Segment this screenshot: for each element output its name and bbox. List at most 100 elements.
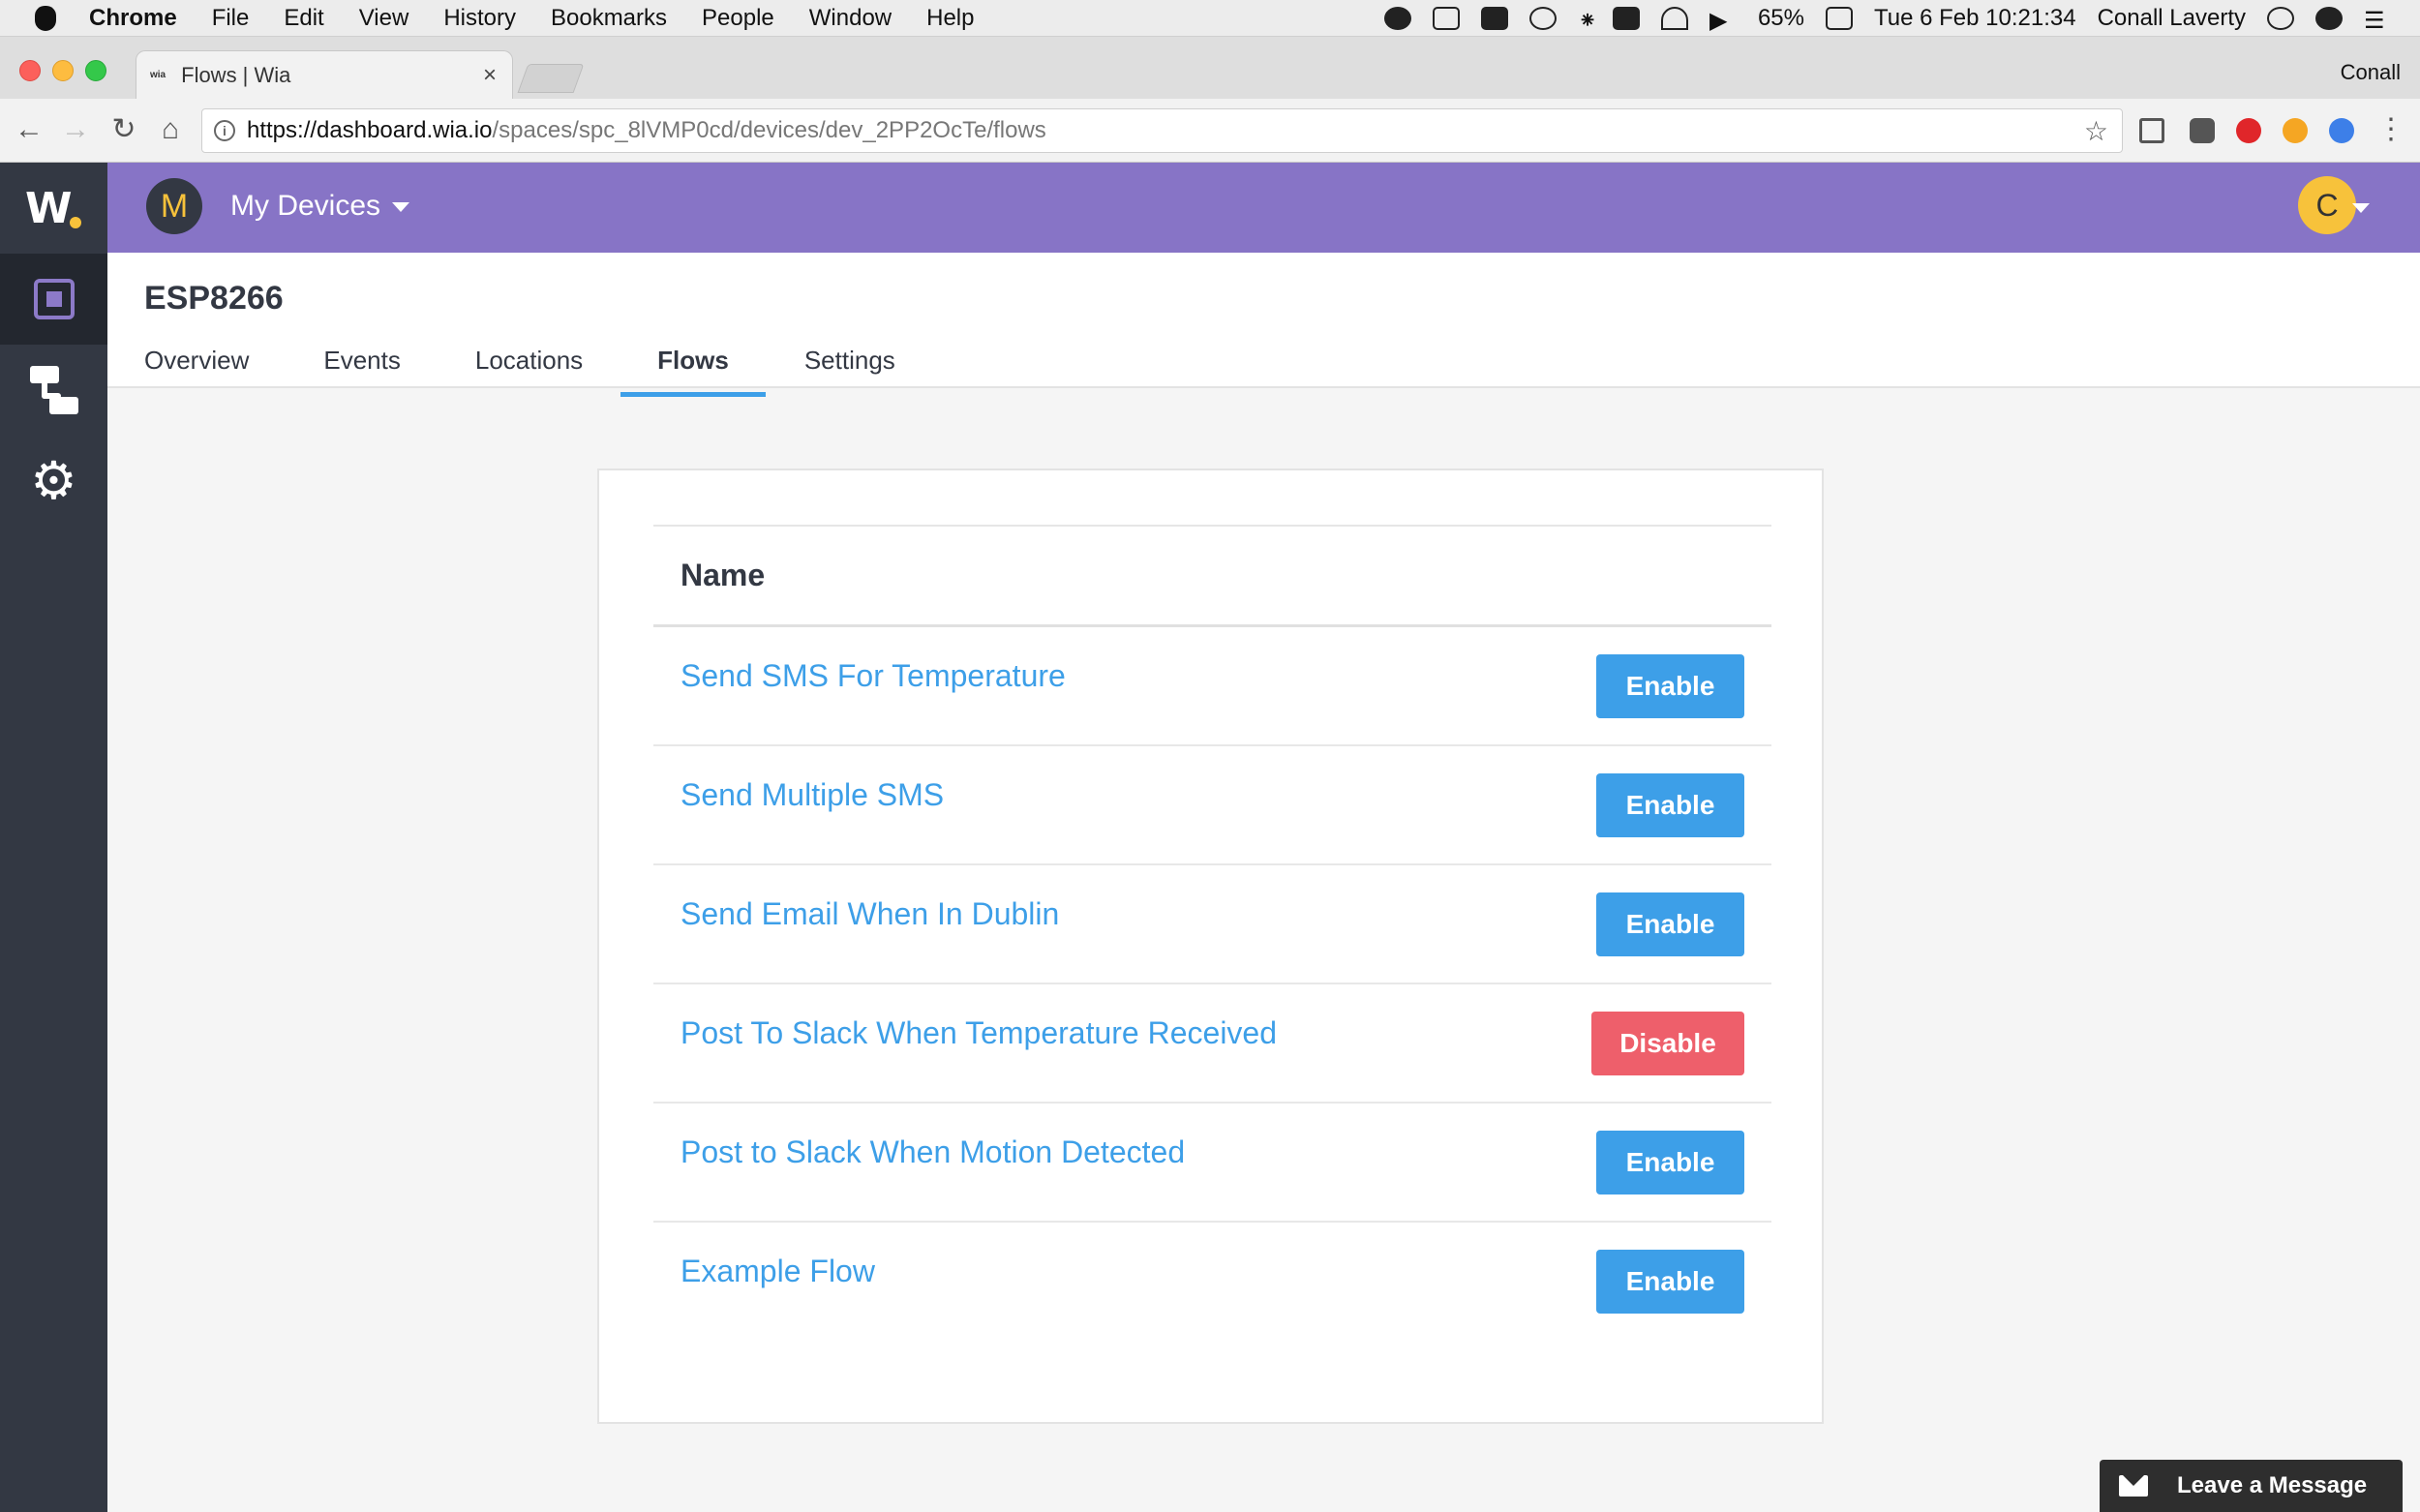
new-tab-button[interactable]: [517, 64, 585, 93]
zoom-window-icon[interactable]: [85, 60, 106, 81]
keyboard-icon[interactable]: [1612, 6, 1640, 30]
menu-view[interactable]: View: [359, 5, 409, 32]
infinity-icon[interactable]: [1383, 6, 1411, 30]
browser-tab-active[interactable]: wia Flows | Wia ×: [136, 50, 513, 99]
device-tabs: Overview Events Locations Flows Settings: [144, 334, 895, 397]
chrome-toolbar: ← → ↻ ⌂ i https://dashboard.wia.io/space…: [0, 99, 2420, 163]
table-row: Send Email When In Dublin Enable: [653, 865, 1771, 984]
user-menu-chevron-down-icon[interactable]: [2352, 203, 2370, 213]
wia-logo-dot: [70, 217, 81, 228]
chevron-down-icon: [392, 202, 410, 213]
flow-link[interactable]: Example Flow: [681, 1254, 875, 1289]
spotlight-icon[interactable]: [2267, 6, 2294, 30]
minimize-window-icon[interactable]: [52, 60, 74, 81]
space-switcher[interactable]: My Devices: [230, 190, 410, 223]
enable-button[interactable]: Enable: [1596, 1250, 1744, 1314]
tab-overview[interactable]: Overview: [144, 334, 249, 391]
space-avatar[interactable]: M: [146, 178, 202, 234]
user-avatar[interactable]: C: [2298, 176, 2356, 234]
table-row: Send Multiple SMS Enable: [653, 746, 1771, 865]
flows-table: Name Send SMS For Temperature Enable Sen…: [653, 525, 1771, 1342]
notification-center-icon[interactable]: ☰: [2364, 7, 2391, 34]
url-host: https://dashboard.wia.io: [247, 117, 493, 143]
menu-file[interactable]: File: [212, 5, 250, 32]
close-window-icon[interactable]: [19, 60, 41, 81]
tab-settings[interactable]: Settings: [804, 334, 895, 391]
sidebar-item-devices[interactable]: [0, 254, 107, 345]
battery-percent: 65%: [1757, 4, 1804, 31]
url-scheme: https://dashboard.wia.io/spaces/spc_8lVM…: [247, 117, 1046, 144]
tab-close-icon[interactable]: ×: [483, 62, 497, 89]
chrome-profile-button[interactable]: Conall: [2341, 60, 2401, 85]
app-header: M My Devices C: [107, 163, 2420, 253]
tab-title: Flows | Wia: [181, 62, 291, 87]
flow-link[interactable]: Post to Slack When Motion Detected: [681, 1134, 1185, 1170]
opera-vpn-icon[interactable]: [2236, 118, 2261, 143]
volume-icon[interactable]: ▶: [1709, 7, 1737, 34]
flow-link[interactable]: Post To Slack When Temperature Received: [681, 1015, 1277, 1051]
docker-icon[interactable]: [1432, 6, 1460, 30]
wia-logo[interactable]: W: [25, 184, 73, 233]
menu-edit[interactable]: Edit: [284, 5, 323, 32]
time-machine-icon[interactable]: [1528, 6, 1557, 30]
menu-window[interactable]: Window: [809, 5, 892, 32]
menubar-user[interactable]: Conall Laverty: [2098, 5, 2246, 32]
enable-button[interactable]: Enable: [1596, 654, 1744, 718]
disable-button[interactable]: Disable: [1591, 1012, 1744, 1075]
tab-flows[interactable]: Flows: [620, 334, 766, 397]
device-chip-icon: [33, 279, 75, 319]
reload-icon[interactable]: ↻: [106, 112, 141, 147]
wifi-icon[interactable]: [1660, 6, 1688, 30]
table-row: Example Flow Enable: [653, 1223, 1771, 1342]
forward-arrow-icon[interactable]: →: [58, 112, 93, 147]
leave-message-widget[interactable]: Leave a Message: [2100, 1460, 2403, 1512]
flow-link[interactable]: Send Email When In Dublin: [681, 896, 1059, 932]
flow-link[interactable]: Send SMS For Temperature: [681, 658, 1066, 694]
enable-button[interactable]: Enable: [1596, 892, 1744, 956]
sidebar-item-flows[interactable]: [0, 345, 107, 436]
macos-menubar: Chrome File Edit View History Bookmarks …: [0, 0, 2420, 37]
enable-button[interactable]: Enable: [1596, 773, 1744, 837]
tab-locations[interactable]: Locations: [475, 334, 583, 391]
site-info-icon[interactable]: i: [214, 120, 235, 141]
table-row: Post To Slack When Temperature Received …: [653, 984, 1771, 1104]
siri-icon[interactable]: [2315, 6, 2343, 30]
flow-link[interactable]: Send Multiple SMS: [681, 777, 944, 813]
wia-favicon-icon: wia: [150, 70, 166, 80]
menu-help[interactable]: Help: [926, 5, 974, 32]
play-extension-icon[interactable]: [2283, 118, 2308, 143]
extension-blue-icon[interactable]: [2329, 118, 2354, 143]
address-bar[interactable]: i https://dashboard.wia.io/spaces/spc_8l…: [201, 108, 2123, 153]
chrome-menu-icon[interactable]: ⋮: [2374, 112, 2408, 147]
tab-events[interactable]: Events: [323, 334, 401, 391]
menubar-status-area: ⁕ ▶ 65% Tue 6 Feb 10:21:34 Conall Lavert…: [1383, 4, 2420, 34]
sidebar-item-settings[interactable]: ⚙: [0, 436, 107, 527]
enable-button[interactable]: Enable: [1596, 1131, 1744, 1194]
pocket-icon[interactable]: [2190, 118, 2215, 143]
cast-icon[interactable]: [2139, 118, 2164, 143]
bluetooth-icon[interactable]: ⁕: [1578, 7, 1597, 34]
battery-icon[interactable]: [1825, 6, 1853, 30]
menu-history[interactable]: History: [443, 5, 516, 32]
apple-icon[interactable]: [35, 5, 56, 31]
flows-card: Name Send SMS For Temperature Enable Sen…: [597, 469, 1824, 1424]
table-row: Send SMS For Temperature Enable: [653, 627, 1771, 746]
home-icon[interactable]: ⌂: [153, 112, 188, 147]
menu-people[interactable]: People: [702, 5, 774, 32]
envelope-icon: [2119, 1475, 2148, 1497]
flows-icon: [29, 366, 78, 414]
gear-icon: ⚙: [30, 452, 77, 510]
url-path: /spaces/spc_8lVMP0cd/devices/dev_2PP2OcT…: [492, 117, 1046, 143]
back-arrow-icon[interactable]: ←: [12, 112, 46, 147]
space-name-label: My Devices: [230, 190, 381, 222]
menu-bookmarks[interactable]: Bookmarks: [551, 5, 667, 32]
chrome-tab-strip: wia Flows | Wia × Conall: [0, 37, 2420, 99]
leave-message-label: Leave a Message: [2177, 1472, 2368, 1498]
menu-app-name[interactable]: Chrome: [89, 5, 177, 32]
device-header: ESP8266 Overview Events Locations Flows …: [107, 253, 2420, 397]
page-title: ESP8266: [144, 280, 284, 317]
drive-icon[interactable]: [1480, 6, 1508, 30]
bookmark-star-icon[interactable]: ☆: [2084, 115, 2108, 147]
menubar-datetime[interactable]: Tue 6 Feb 10:21:34: [1874, 5, 2076, 32]
table-row: Post to Slack When Motion Detected Enabl…: [653, 1104, 1771, 1223]
